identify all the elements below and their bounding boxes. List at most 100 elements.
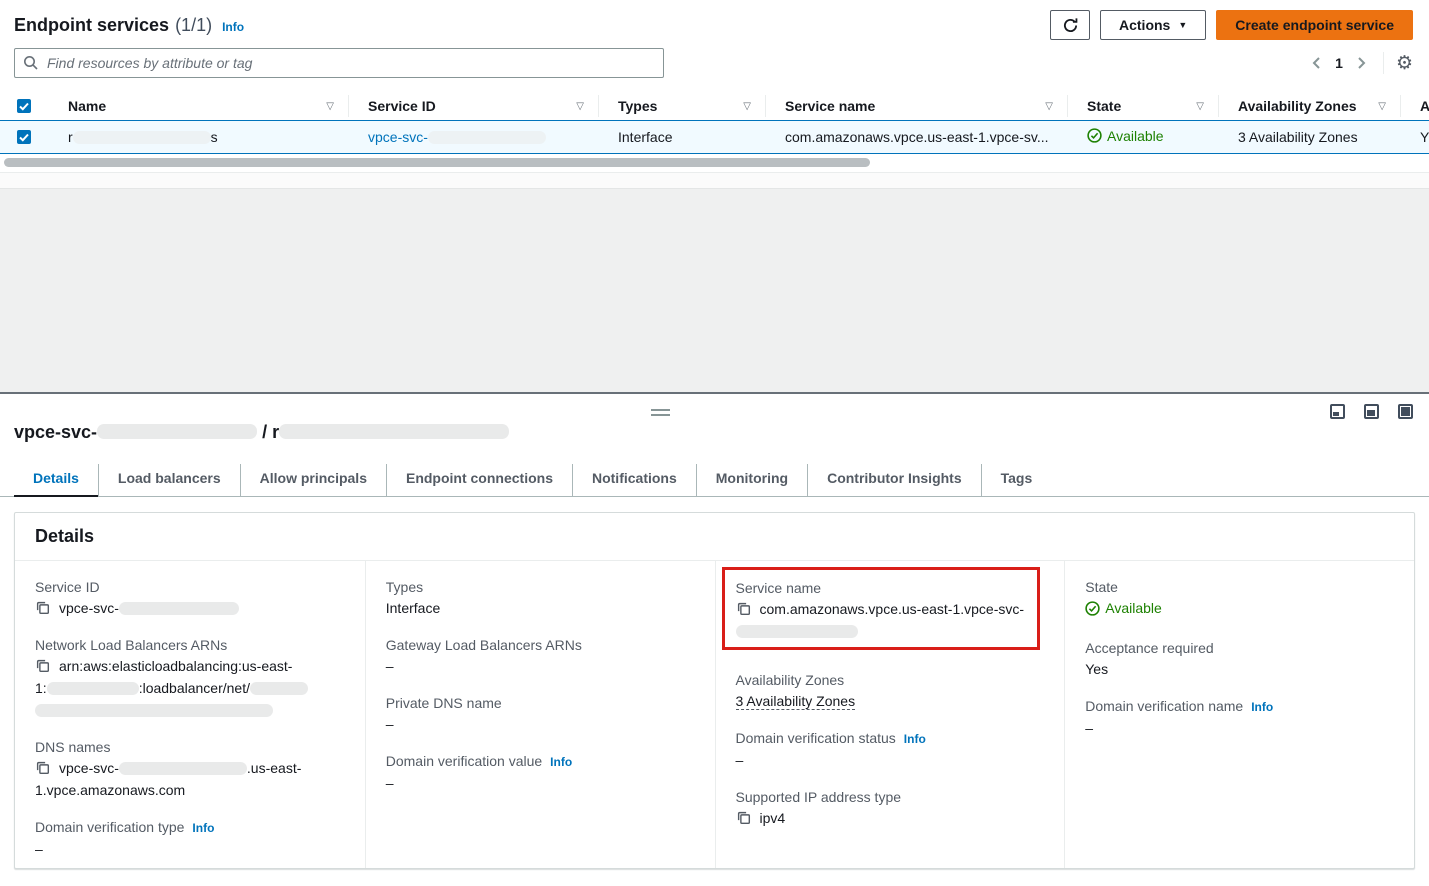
current-page: 1 [1331,55,1347,71]
details-column-4: State Available Acceptance required Yes … [1064,561,1414,868]
availability-zones-popover[interactable]: 3 Availability Zones [736,693,856,710]
sort-icon[interactable]: ▽ [1045,101,1053,112]
chevron-left-icon [1311,56,1321,70]
resource-count: (1/1) [175,15,212,36]
field-types: Types Interface [386,577,695,619]
panel-title: vpce-svc- / r [14,422,509,443]
check-circle-icon [1087,128,1102,143]
field-private-dns-name: Private DNS name – [386,693,695,735]
copy-icon[interactable] [35,658,50,673]
search-icon [23,55,39,76]
cell-types: Interface [598,129,765,145]
column-header-availability-zones[interactable]: Availability Zones▽ [1218,92,1400,120]
field-glb-arns: Gateway Load Balancers ARNs – [386,635,695,677]
scrollbar-thumb[interactable] [4,158,870,167]
sort-icon[interactable]: ▽ [576,101,584,112]
cell-partial: Y [1400,129,1429,145]
row-checkbox[interactable] [0,130,48,144]
column-header-name[interactable]: Name▽ [48,92,348,120]
copy-icon[interactable] [736,810,751,825]
info-link[interactable]: Info [550,755,572,769]
cell-service-name: com.amazonaws.vpce.us-east-1.vpce-sv... [765,129,1067,145]
info-link[interactable]: Info [192,821,214,835]
copy-icon[interactable] [35,760,50,775]
refresh-button[interactable] [1050,10,1090,40]
endpoint-services-table: Name▽ Service ID▽ Types▽ Service name▽ S… [0,92,1429,188]
panel-size-small-icon[interactable] [1330,404,1345,419]
search-input[interactable] [14,48,664,78]
tab-allow-principals[interactable]: Allow principals [240,464,386,497]
panel-size-full-icon[interactable] [1398,404,1413,419]
tab-endpoint-connections[interactable]: Endpoint connections [386,464,572,497]
details-heading: Details [15,513,1414,561]
field-domain-verification-value: Domain verification valueInfo – [386,751,695,794]
select-all-checkbox[interactable] [0,92,48,120]
field-supported-ip-address-type: Supported IP address type ipv4 [736,787,1045,829]
details-column-3: Service name com.amazonaws.vpce.us-east-… [715,561,1065,868]
sort-icon[interactable]: ▽ [326,101,334,112]
page-title: Endpoint services [14,15,169,36]
check-circle-icon [1085,601,1100,616]
cell-name: rs [48,129,348,145]
details-split-panel: vpce-svc- / r Details Load balancers All… [0,392,1429,886]
field-service-name: Service name com.amazonaws.vpce.us-east-… [736,578,1029,642]
tab-details[interactable]: Details [14,464,98,497]
page-header: Endpoint services (1/1) Info Actions ▼ C… [0,0,1429,40]
panel-size-medium-icon[interactable] [1364,404,1379,419]
chevron-down-icon: ▼ [1178,20,1187,30]
column-header-partial[interactable]: A [1400,92,1429,120]
cell-service-id: vpce-svc- [348,129,598,145]
sort-icon[interactable]: ▽ [743,101,751,112]
details-card: Details Service ID vpce-svc- Network Loa… [14,512,1415,869]
field-availability-zones: Availability Zones 3 Availability Zones [736,670,1045,712]
create-endpoint-service-button[interactable]: Create endpoint service [1216,10,1413,40]
panel-tabs: Details Load balancers Allow principals … [0,464,1429,497]
sort-icon[interactable]: ▽ [1378,101,1386,112]
copy-icon[interactable] [736,601,751,616]
panel-layout-controls [1330,404,1413,419]
table-header-row: Name▽ Service ID▽ Types▽ Service name▽ S… [0,92,1429,120]
page-info-link[interactable]: Info [222,20,244,34]
info-link[interactable]: Info [1251,700,1273,714]
info-link[interactable]: Info [904,732,926,746]
field-acceptance-required: Acceptance required Yes [1085,638,1394,680]
tab-load-balancers[interactable]: Load balancers [98,464,240,497]
refresh-icon [1062,17,1079,34]
sort-icon[interactable]: ▽ [1196,101,1204,112]
service-name-highlight-box: Service name com.amazonaws.vpce.us-east-… [722,567,1040,650]
copy-icon[interactable] [35,600,50,615]
cell-availability-zones: 3 Availability Zones [1218,129,1400,145]
field-dns-names: DNS names vpce-svc-.us-east- 1.vpce.amaz… [35,737,345,801]
details-column-1: Service ID vpce-svc- Network Load Balanc… [15,561,365,868]
content-background [0,188,1429,404]
availability-zones-popover[interactable]: 3 Availability Zones [1238,129,1358,145]
tab-monitoring[interactable]: Monitoring [696,464,807,497]
split-panel-drag-handle[interactable] [651,409,670,419]
details-column-2: Types Interface Gateway Load Balancers A… [365,561,715,868]
tab-contributor-insights[interactable]: Contributor Insights [807,464,981,497]
column-header-state[interactable]: State▽ [1067,92,1218,120]
endpoint-services-page: Endpoint services (1/1) Info Actions ▼ C… [0,0,1429,886]
horizontal-scrollbar[interactable] [4,158,1425,168]
column-header-service-id[interactable]: Service ID▽ [348,92,598,120]
column-header-service-name[interactable]: Service name▽ [765,92,1067,120]
field-service-id: Service ID vpce-svc- [35,577,345,619]
filter-row: 1 ⚙ [0,40,1429,78]
column-header-types[interactable]: Types▽ [598,92,765,120]
field-domain-verification-status: Domain verification statusInfo – [736,728,1045,771]
field-state: State Available [1085,577,1394,622]
table-row[interactable]: rs vpce-svc- Interface com.amazonaws.vpc… [0,120,1429,154]
cell-state: Available [1067,128,1218,147]
chevron-right-icon [1357,56,1367,70]
settings-gear-icon[interactable]: ⚙ [1396,54,1413,73]
actions-button[interactable]: Actions ▼ [1100,10,1206,40]
service-id-link[interactable]: vpce-svc- [368,129,546,145]
tab-notifications[interactable]: Notifications [572,464,696,497]
tab-tags[interactable]: Tags [981,464,1052,497]
next-page-button[interactable] [1353,54,1371,72]
pagination: 1 ⚙ [1307,52,1413,74]
field-domain-verification-name: Domain verification nameInfo – [1085,696,1394,739]
field-domain-verification-type: Domain verification typeInfo – [35,817,345,860]
previous-page-button[interactable] [1307,54,1325,72]
field-nlb-arns: Network Load Balancers ARNs arn:aws:elas… [35,635,345,721]
